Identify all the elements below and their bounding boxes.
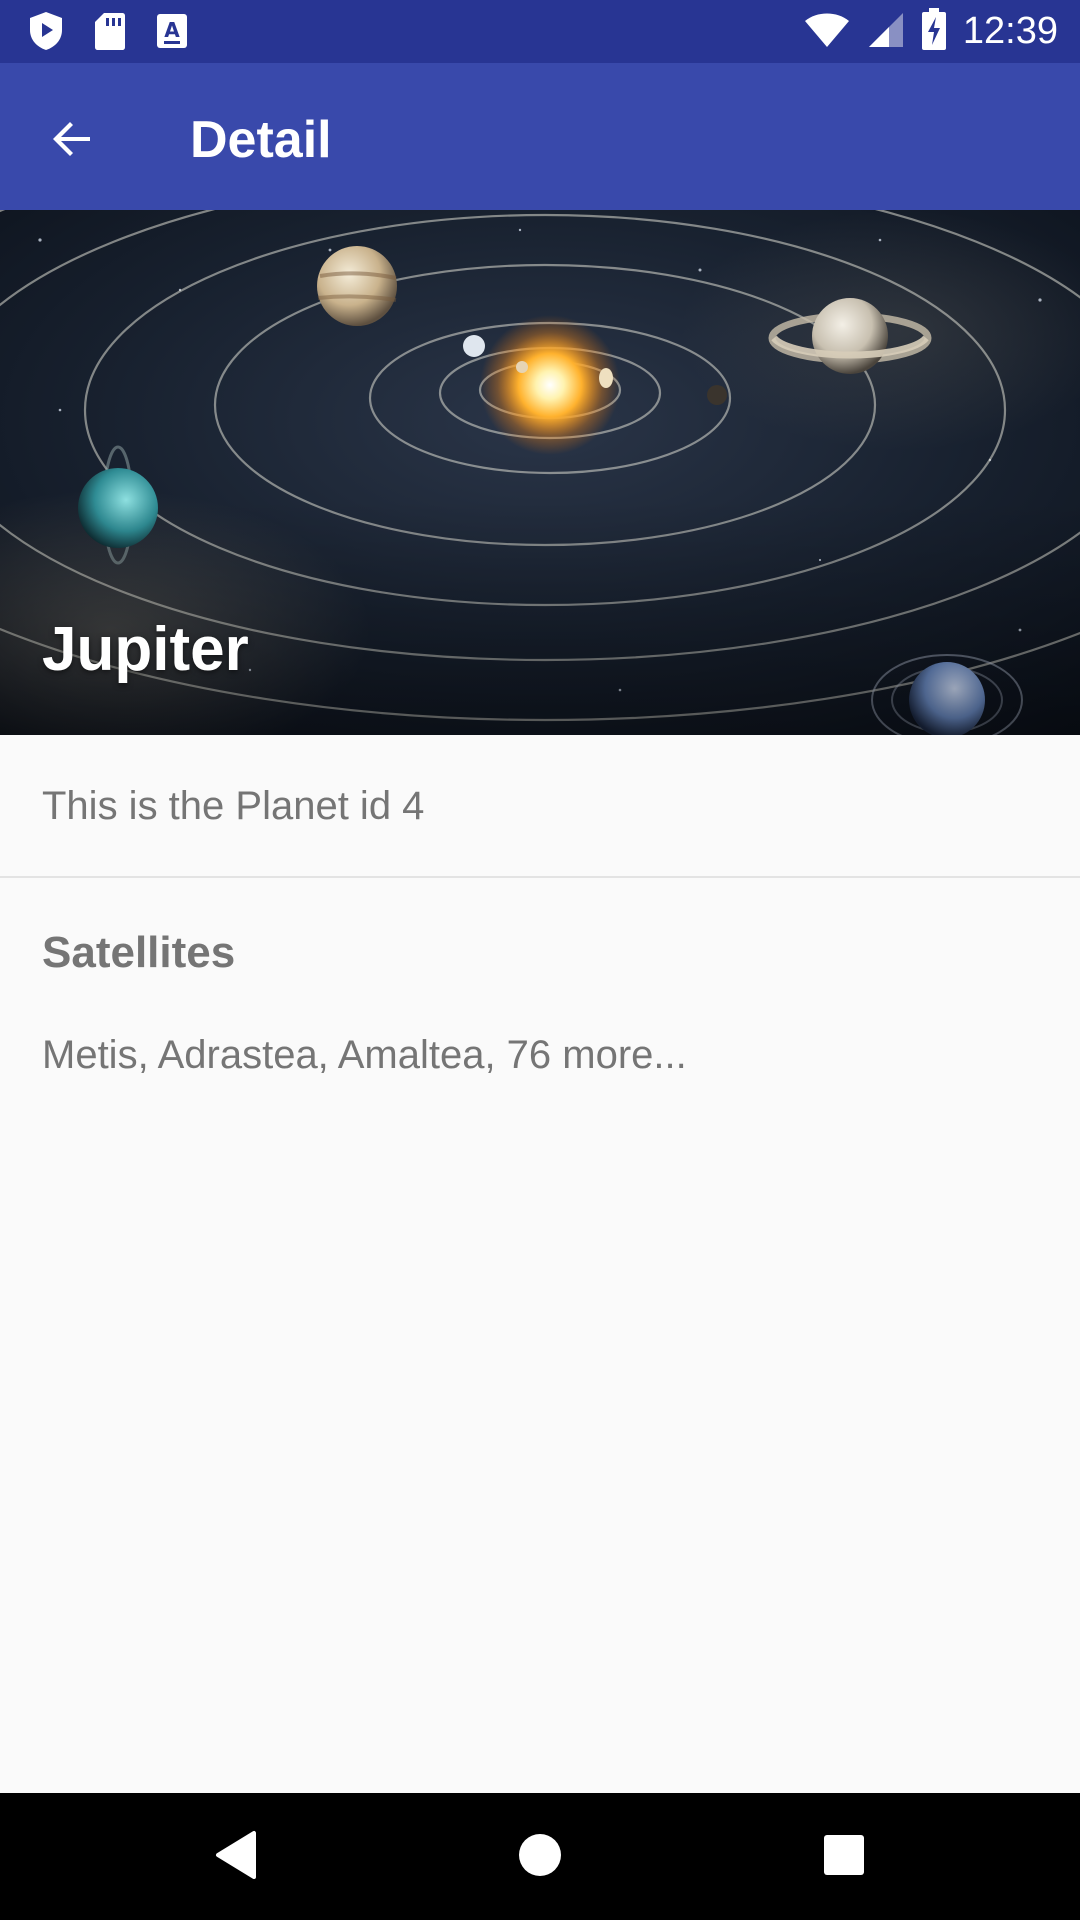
satellites-heading: Satellites — [42, 928, 236, 977]
status-system-icons: 12:39 — [803, 6, 1058, 56]
keyboard-a-icon: A — [156, 13, 188, 54]
satellites-list: Metis, Adrastea, Amaltea, 76 more... — [42, 1033, 687, 1077]
planet-description: This is the Planet id 4 — [42, 784, 425, 828]
planet-name: Jupiter — [42, 615, 249, 684]
nav-recents-button[interactable] — [808, 1821, 880, 1893]
wifi-icon — [803, 9, 851, 54]
recents-square-icon — [823, 1834, 865, 1881]
planet-description-section: This is the Planet id 4 — [0, 735, 1080, 878]
nav-home-button[interactable] — [504, 1821, 576, 1893]
status-bar: A 12:39 — [0, 0, 1080, 63]
home-circle-icon — [517, 1832, 563, 1883]
shield-play-icon — [28, 10, 64, 57]
app-toolbar: Detail — [0, 63, 1080, 210]
back-button[interactable] — [36, 105, 108, 177]
planet-hero-image: Jupiter — [0, 210, 1080, 735]
arrow-back-icon — [48, 115, 96, 168]
toolbar-title: Detail — [190, 111, 332, 169]
status-notification-icons: A — [28, 10, 188, 57]
back-triangle-icon — [214, 1830, 258, 1885]
nav-back-button[interactable] — [200, 1821, 272, 1893]
svg-text:A: A — [164, 18, 180, 42]
sd-card-icon — [94, 11, 126, 56]
status-time: 12:39 — [962, 10, 1058, 52]
system-navigation-bar — [0, 1793, 1080, 1920]
battery-charging-icon — [921, 7, 947, 56]
cell-signal-icon — [867, 9, 905, 54]
